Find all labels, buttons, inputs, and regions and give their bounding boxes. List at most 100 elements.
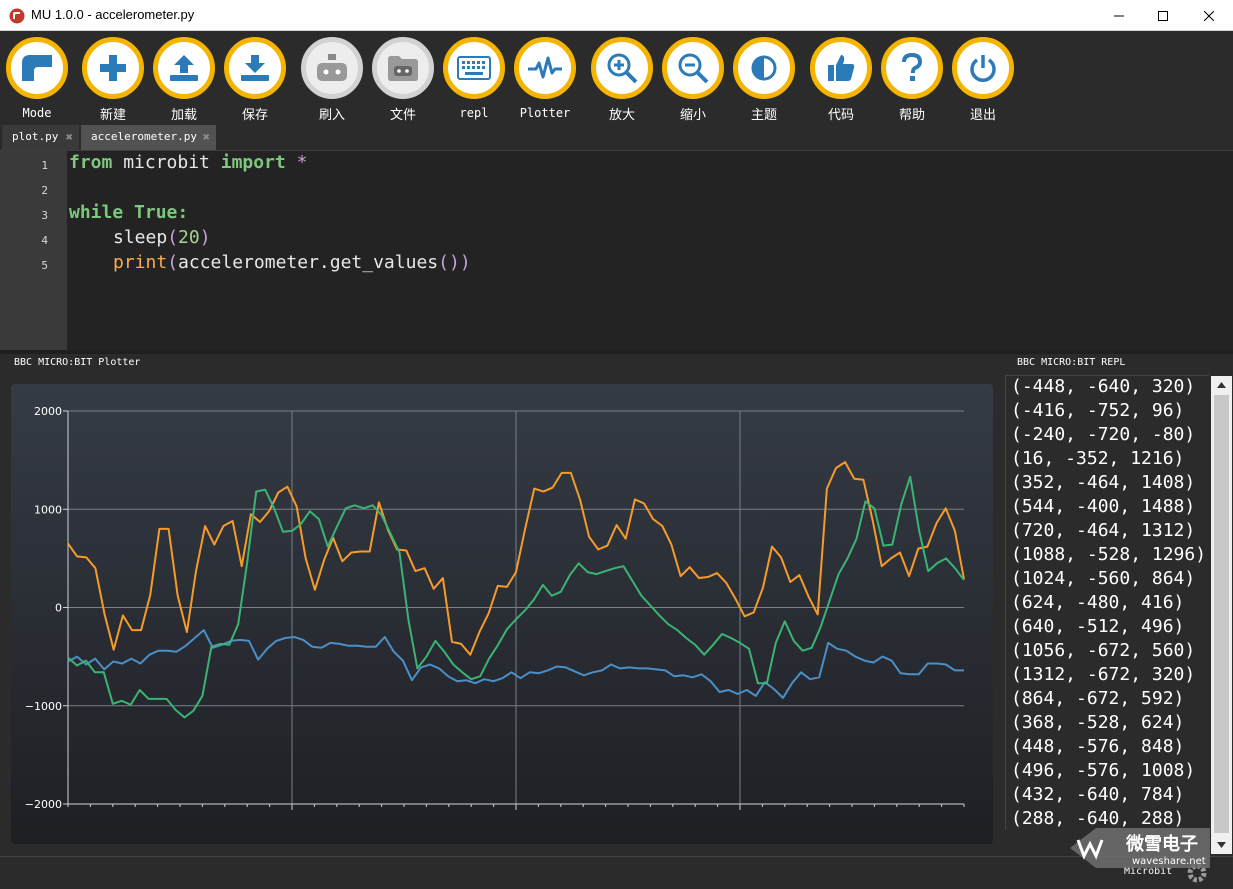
load-button[interactable]: 加载 (151, 37, 217, 125)
plotter-button-circle (514, 37, 576, 99)
minimize-icon (1114, 15, 1124, 16)
help-button[interactable]: 帮助 (879, 37, 945, 125)
repl-line: (1024, -560, 864) (1011, 568, 1196, 589)
tab-label: plot.py (12, 130, 59, 143)
tab-label: accelerometer.py (91, 130, 197, 143)
plotter-button[interactable]: Plotter (512, 37, 578, 125)
code-line-4: sleep(20) (113, 227, 211, 248)
close-tab-icon[interactable]: ✖ (66, 125, 73, 149)
line-number: 1 (41, 159, 48, 172)
status-bar: Microbit (0, 856, 1233, 889)
number-literal: 20 (178, 227, 200, 248)
function-name: sleep (113, 227, 168, 248)
builtin-function: print (113, 252, 168, 273)
zoom-in-button[interactable]: 放大 (589, 37, 655, 125)
mode-button[interactable]: Mode (4, 37, 70, 125)
zoom-in-icon (607, 53, 638, 84)
accelerometer-chart: 2000 1000 0 −1000 −2000 (25, 405, 965, 811)
tab-bar: plot.py ✖ accelerometer.py ✖ (0, 124, 1233, 150)
microbit-flash-icon (317, 54, 347, 81)
y-tick-label: −1000 (25, 700, 62, 713)
question-icon (902, 53, 923, 81)
repl-pane: BBC MICRO:BIT REPL (-448, -640, 320) (-41… (1005, 354, 1233, 856)
paren: ) (199, 227, 211, 248)
svg-text:waveshare.net: waveshare.net (1132, 856, 1206, 867)
line-number: 5 (41, 259, 48, 272)
plotter-pane: BBC MICRO:BIT Plotter 2000 1000 0 −1000 −200… (0, 354, 1004, 856)
line-number: 2 (41, 184, 48, 197)
thumbs-up-icon (828, 55, 855, 81)
plotter-title: BBC MICRO:BIT Plotter (14, 357, 141, 368)
tab-plot-py[interactable]: plot.py ✖ (2, 125, 79, 150)
y-tick-label: 1000 (34, 503, 62, 516)
repl-line: (720, -464, 1312) (1011, 520, 1196, 541)
repl-line: (-448, -640, 320) (1011, 376, 1196, 397)
pulse-icon (528, 56, 562, 79)
toolbar: Mode 新建 加载 保存 刷入 文件 repl Plotter 放大 缩小 主… (0, 31, 1233, 124)
repl-line: (-416, -752, 96) (1011, 400, 1185, 421)
line-number: 3 (41, 209, 48, 222)
code-editor[interactable]: 1 2 3 4 5 from microbit import * while T… (0, 150, 1233, 351)
files-button[interactable]: 文件 (370, 37, 436, 125)
flash-button[interactable]: 刷入 (299, 37, 365, 125)
zoom-in-button-circle (591, 37, 653, 99)
colon: : (177, 202, 189, 223)
repl-line: (352, -464, 1408) (1011, 472, 1196, 493)
quit-button[interactable]: 退出 (950, 37, 1016, 125)
paren: ( (167, 252, 179, 273)
repl-line: (624, -480, 416) (1011, 592, 1185, 613)
repl-button[interactable]: repl (441, 37, 507, 125)
keyword: while (69, 202, 124, 223)
repl-line: (496, -576, 1008) (1011, 760, 1196, 781)
window-title: MU 1.0.0 - accelerometer.py (31, 7, 195, 22)
maximize-button[interactable] (1140, 0, 1186, 31)
new-button[interactable]: 新建 (80, 37, 146, 125)
identifier: accelerometer.get_values (178, 252, 439, 273)
close-window-button[interactable] (1186, 0, 1232, 31)
repl-line: (448, -576, 848) (1011, 736, 1185, 757)
waveshare-watermark: 微雪电子 waveshare.net (1062, 820, 1212, 875)
repl-button-circle (443, 37, 505, 99)
tab-accelerometer-py[interactable]: accelerometer.py ✖ (81, 125, 216, 150)
close-tab-icon[interactable]: ✖ (203, 125, 210, 149)
check-code-button-circle (810, 37, 872, 99)
files-button-circle (372, 37, 434, 99)
repl-line: (1088, -528, 1296) (1011, 544, 1207, 565)
load-button-circle (153, 37, 215, 99)
code-line-3: while True: (69, 202, 188, 223)
zoom-out-icon (678, 53, 709, 84)
check-code-button[interactable]: 代码 (808, 37, 874, 125)
repl-output[interactable]: (-448, -640, 320) (-416, -752, 96) (-240, … (1005, 375, 1209, 830)
scroll-up-icon (1217, 382, 1226, 388)
save-button-circle (224, 37, 286, 99)
mode-icon (22, 55, 52, 81)
plot-area: 2000 1000 0 −1000 −2000 (11, 384, 993, 844)
microbit-files-icon (388, 56, 418, 81)
flash-button-circle (301, 37, 363, 99)
repl-scrollbar[interactable] (1211, 376, 1232, 854)
keyboard-icon (457, 56, 491, 80)
repl-line: (432, -640, 784) (1011, 784, 1185, 805)
power-icon (970, 55, 996, 82)
theme-button[interactable]: 主题 (731, 37, 797, 125)
repl-line: (16, -352, 1216) (1011, 448, 1185, 469)
keyword: True (123, 202, 178, 223)
title-bar: MU 1.0.0 - accelerometer.py (0, 0, 1233, 31)
plus-icon (100, 55, 126, 81)
repl-title: BBC MICRO:BIT REPL (1017, 357, 1126, 368)
repl-line: (864, -672, 592) (1011, 688, 1185, 709)
close-icon (1204, 10, 1214, 21)
keyword: import (220, 152, 286, 173)
minimize-button[interactable] (1096, 0, 1142, 31)
zoom-out-button[interactable]: 缩小 (660, 37, 726, 125)
y-tick-label: 0 (55, 602, 62, 615)
line-number: 4 (41, 234, 48, 247)
code-line-5: print(accelerometer.get_values()) (113, 252, 471, 273)
plotter-label: Plotter (519, 106, 571, 120)
maximize-icon (1158, 10, 1168, 21)
quit-label: 退出 (969, 108, 996, 123)
mode-button-circle (6, 37, 68, 99)
scrollbar-graphic (1214, 382, 1229, 848)
y-tick-label: 2000 (34, 405, 62, 418)
save-button[interactable]: 保存 (222, 37, 288, 125)
